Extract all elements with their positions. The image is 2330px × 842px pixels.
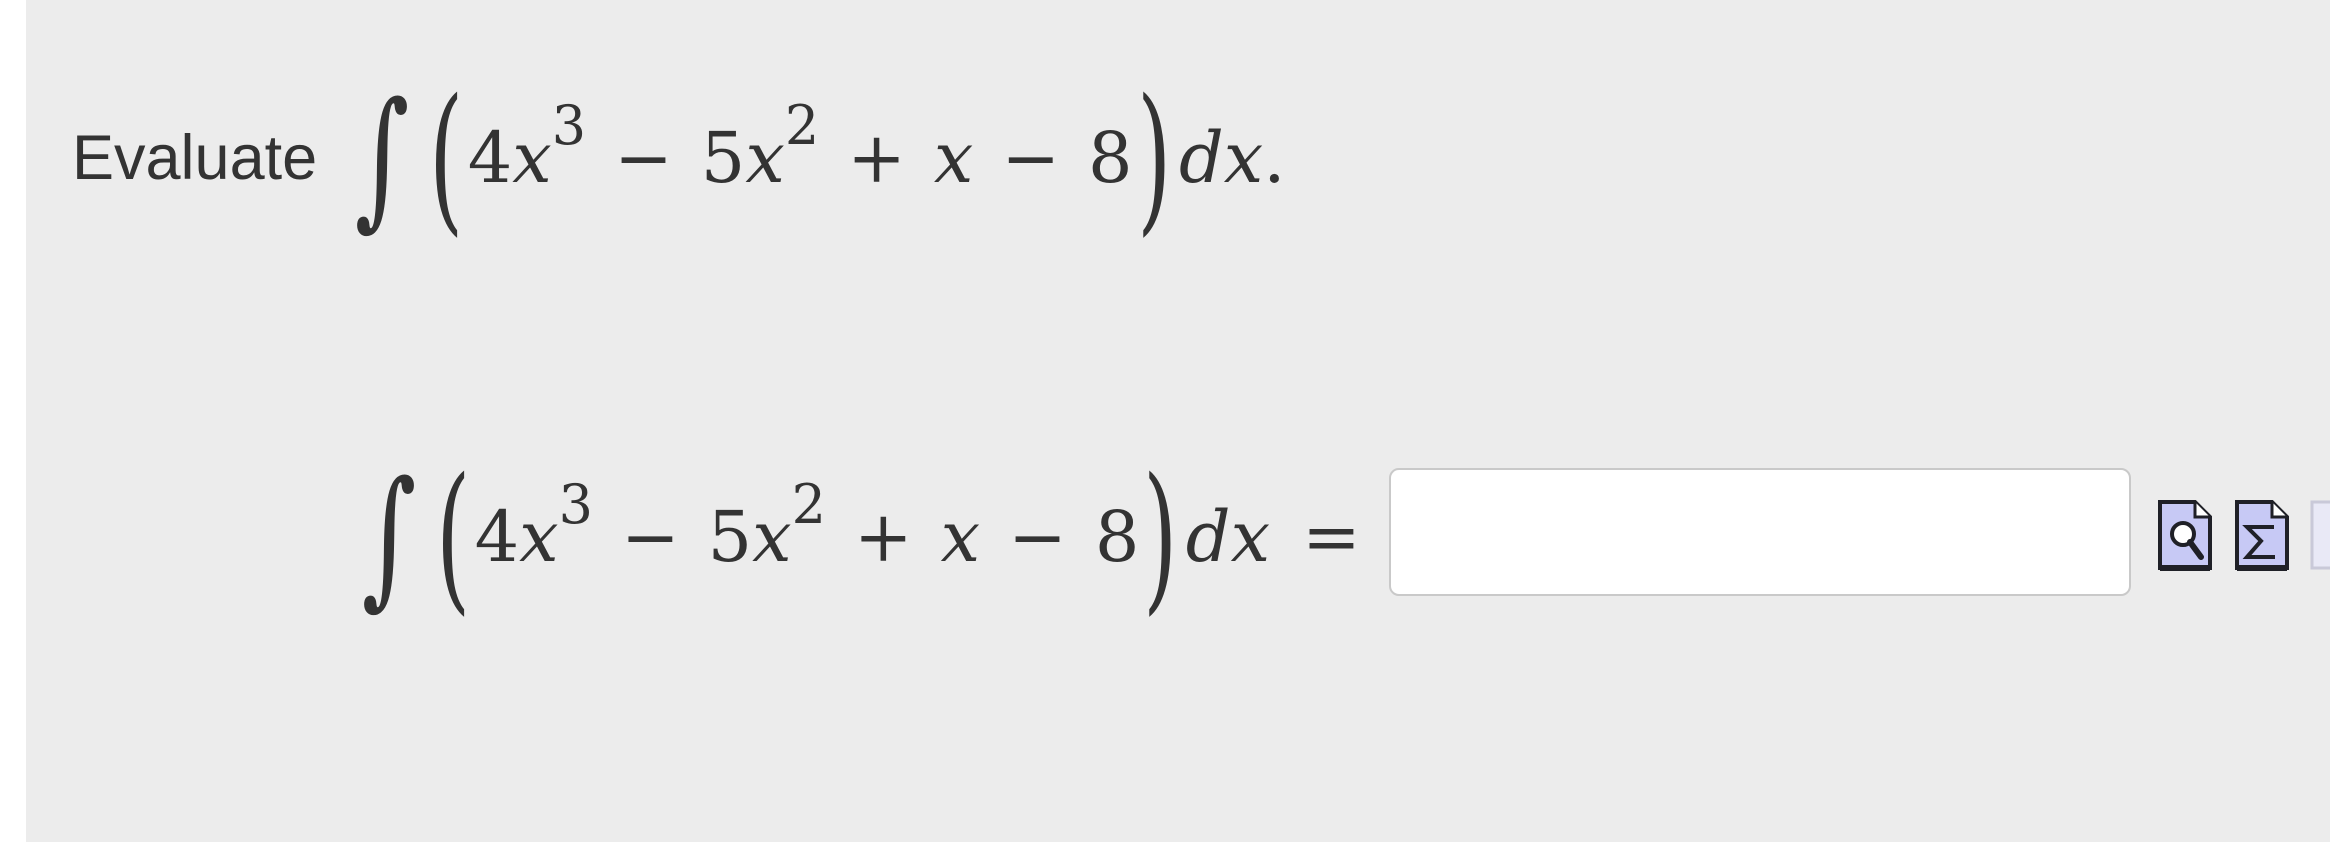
help-icon[interactable]: [2310, 499, 2330, 571]
exponent: 2: [784, 94, 820, 157]
coefficient: 4: [474, 496, 520, 578]
variable: x: [512, 117, 552, 199]
right-paren: ): [1143, 443, 1178, 630]
problem-statement: Evaluate ∫ ( 4x3 − 5x2 + x − 8 ) dx .: [72, 58, 1286, 258]
integral-sign: ∫: [361, 450, 417, 624]
variable: x: [752, 496, 792, 578]
term-4x3: 4x3: [468, 99, 586, 194]
answer-input[interactable]: [1389, 468, 2131, 596]
term-5x2: 5x2: [708, 478, 826, 573]
left-paren: (: [436, 443, 471, 630]
answer-equation: ∫ ( 4x3 − 5x2 + x − 8 ) dx =: [350, 437, 1389, 637]
term-x: x: [933, 117, 974, 199]
variable: x: [519, 496, 559, 578]
minus-operator: −: [1008, 496, 1067, 578]
integral-expression: ∫ ( 4x3 − 5x2 + x − 8 ) dx .: [343, 64, 1286, 251]
constant-term: 8: [1094, 496, 1140, 578]
left-paren: (: [429, 64, 464, 251]
plus-operator: +: [847, 117, 906, 199]
page: Evaluate ∫ ( 4x3 − 5x2 + x − 8 ) dx . ∫ …: [0, 0, 2330, 842]
integral-sign: ∫: [354, 71, 410, 245]
term-5x2: 5x2: [701, 99, 819, 194]
exponent: 3: [558, 473, 593, 536]
minus-operator: −: [614, 117, 673, 199]
exponent: 3: [551, 94, 587, 157]
differential: dx: [1178, 117, 1264, 199]
plus-operator: +: [854, 496, 913, 578]
prompt-word: Evaluate: [72, 123, 318, 193]
equation-editor-sigma-icon[interactable]: [2234, 499, 2290, 571]
equals-sign: =: [1302, 496, 1361, 578]
variable: x: [745, 117, 785, 199]
coefficient: 5: [707, 496, 753, 578]
minus-operator: −: [1001, 117, 1060, 199]
preview-magnifier-icon[interactable]: [2157, 499, 2213, 571]
term-4x3: 4x3: [475, 478, 593, 573]
term-x: x: [940, 496, 981, 578]
coefficient: 4: [467, 117, 513, 199]
coefficient: 5: [700, 117, 746, 199]
minus-operator: −: [620, 496, 680, 578]
period: .: [1263, 117, 1286, 199]
exponent: 2: [791, 473, 827, 536]
integral-expression: ∫ ( 4x3 − 5x2 + x − 8 ) dx =: [350, 457, 1389, 617]
differential: dx: [1185, 496, 1271, 578]
constant-term: 8: [1087, 117, 1133, 199]
right-paren: ): [1136, 64, 1171, 251]
